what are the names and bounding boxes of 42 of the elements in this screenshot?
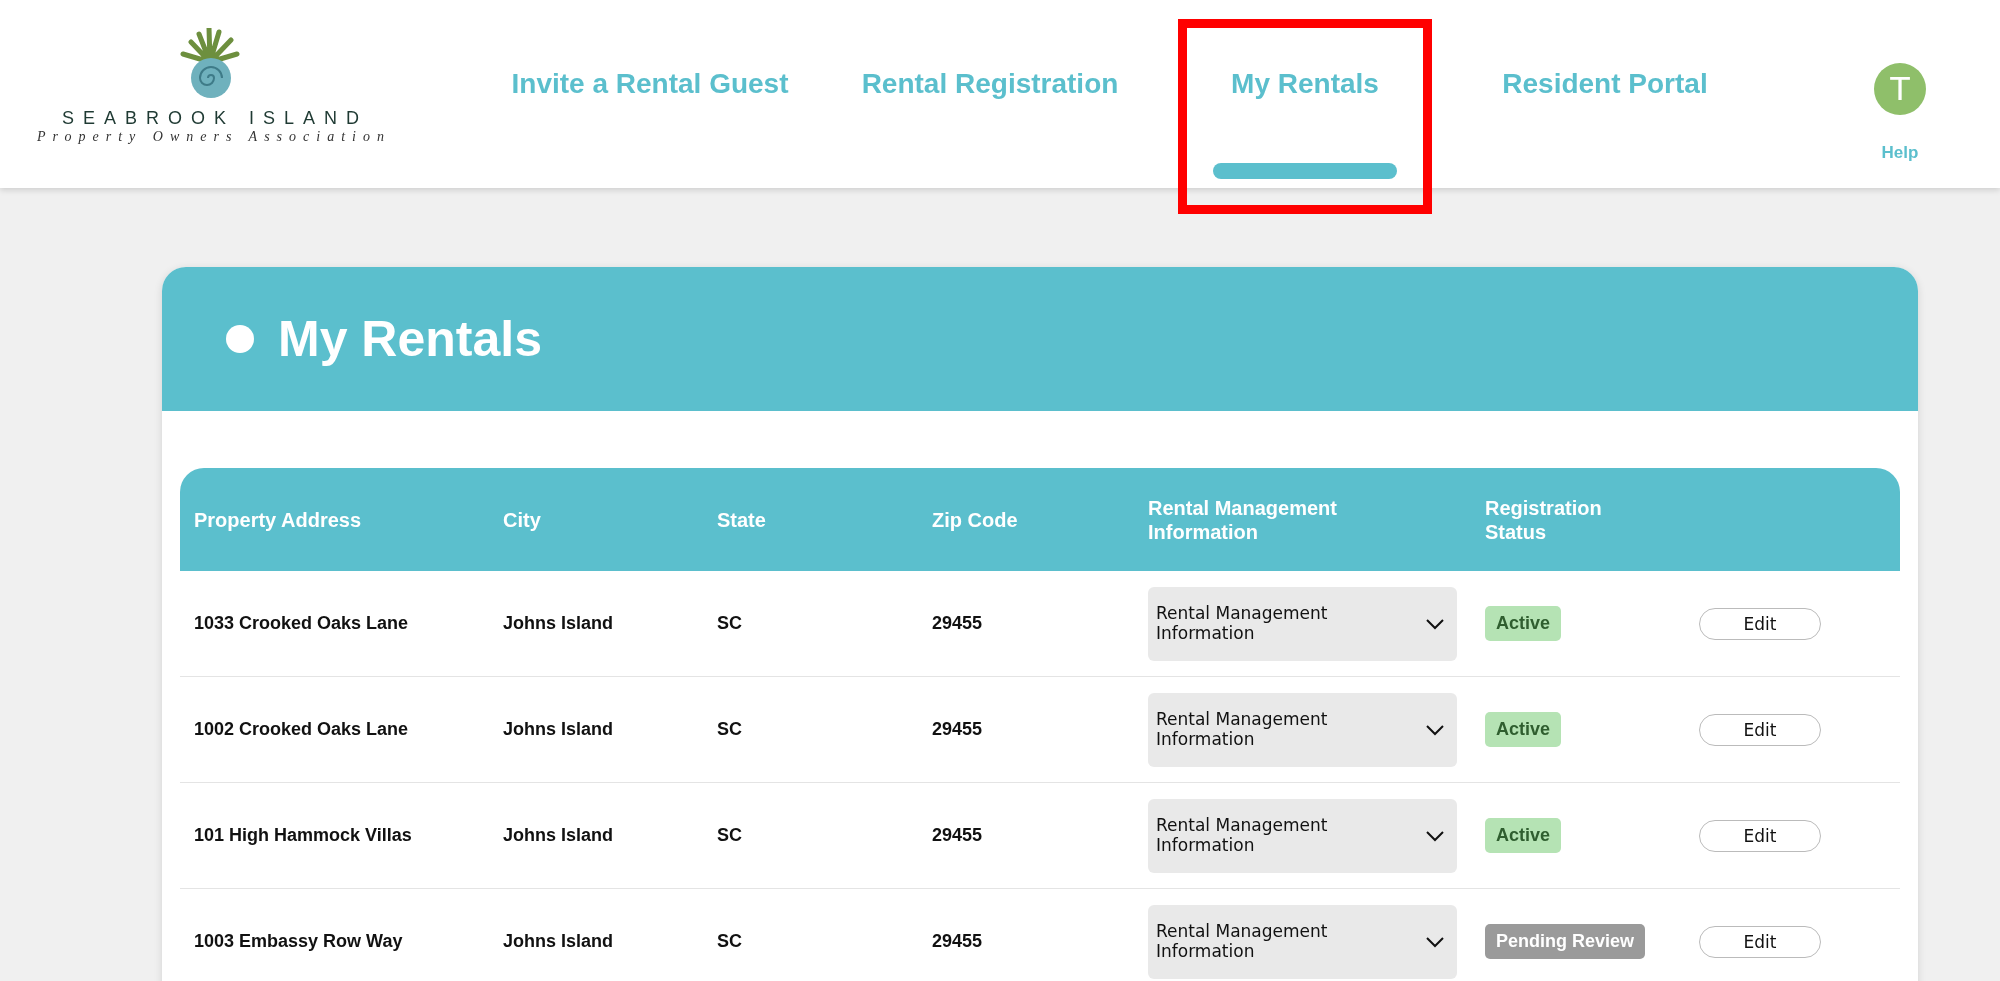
table-cell-text: 29455 [932, 825, 984, 846]
management-dropdown[interactable]: Rental Management Information [1148, 904, 1457, 979]
table-cell-text: 1002 Crooked Oaks Lane [194, 719, 410, 740]
table-cell-text: 1033 Crooked Oaks Lane [194, 613, 410, 634]
edit-button[interactable]: Edit [1699, 819, 1821, 852]
table-cell-text: SC [717, 613, 743, 634]
table-cell-text: Johns Island [503, 825, 615, 846]
edit-button[interactable]: Edit [1699, 925, 1821, 958]
table-cell-text: 29455 [932, 931, 984, 952]
table-cell-text: 101 High Hammock Villas [194, 825, 413, 846]
table-cell-text: SC [717, 931, 743, 952]
chevron-down-icon [1425, 723, 1445, 736]
edit-button[interactable]: Edit [1699, 607, 1821, 640]
management-dropdown[interactable]: Rental Management Information [1148, 692, 1457, 767]
chevron-down-icon [1425, 617, 1445, 630]
chevron-down-icon [1425, 935, 1445, 948]
status-badge: Active [1485, 606, 1562, 641]
column-header: Rental Management Information [1148, 495, 1338, 544]
column-header: Property Address [194, 507, 363, 532]
edit-button[interactable]: Edit [1699, 713, 1821, 746]
status-badge: Pending Review [1485, 924, 1646, 959]
table-cell-text: SC [717, 719, 743, 740]
table-cell-text: Johns Island [503, 719, 615, 740]
table-cell-text: 29455 [932, 613, 984, 634]
management-dropdown[interactable]: Rental Management Information [1148, 798, 1457, 873]
status-badge: Active [1485, 712, 1562, 747]
column-header: City [503, 507, 542, 532]
status-badge: Active [1485, 818, 1562, 853]
management-dropdown[interactable]: Rental Management Information [1148, 586, 1457, 661]
logo-name: SEABROOK ISLAND [61, 108, 369, 129]
column-header: State [717, 507, 767, 532]
column-header: Zip Code [932, 507, 1019, 532]
table-cell-text: Johns Island [503, 931, 615, 952]
logo-tagline: Property Owners Association [37, 129, 391, 145]
page-title: My Rentals [278, 310, 542, 368]
table-cell-text: Johns Island [503, 613, 615, 634]
table-cell-text: 1003 Embassy Row Way [194, 931, 404, 952]
bullet-icon [226, 325, 254, 353]
chevron-down-icon [1425, 829, 1445, 842]
column-header: Registration Status [1485, 495, 1603, 544]
table-cell-text: SC [717, 825, 743, 846]
table-cell-text: 29455 [932, 719, 984, 740]
